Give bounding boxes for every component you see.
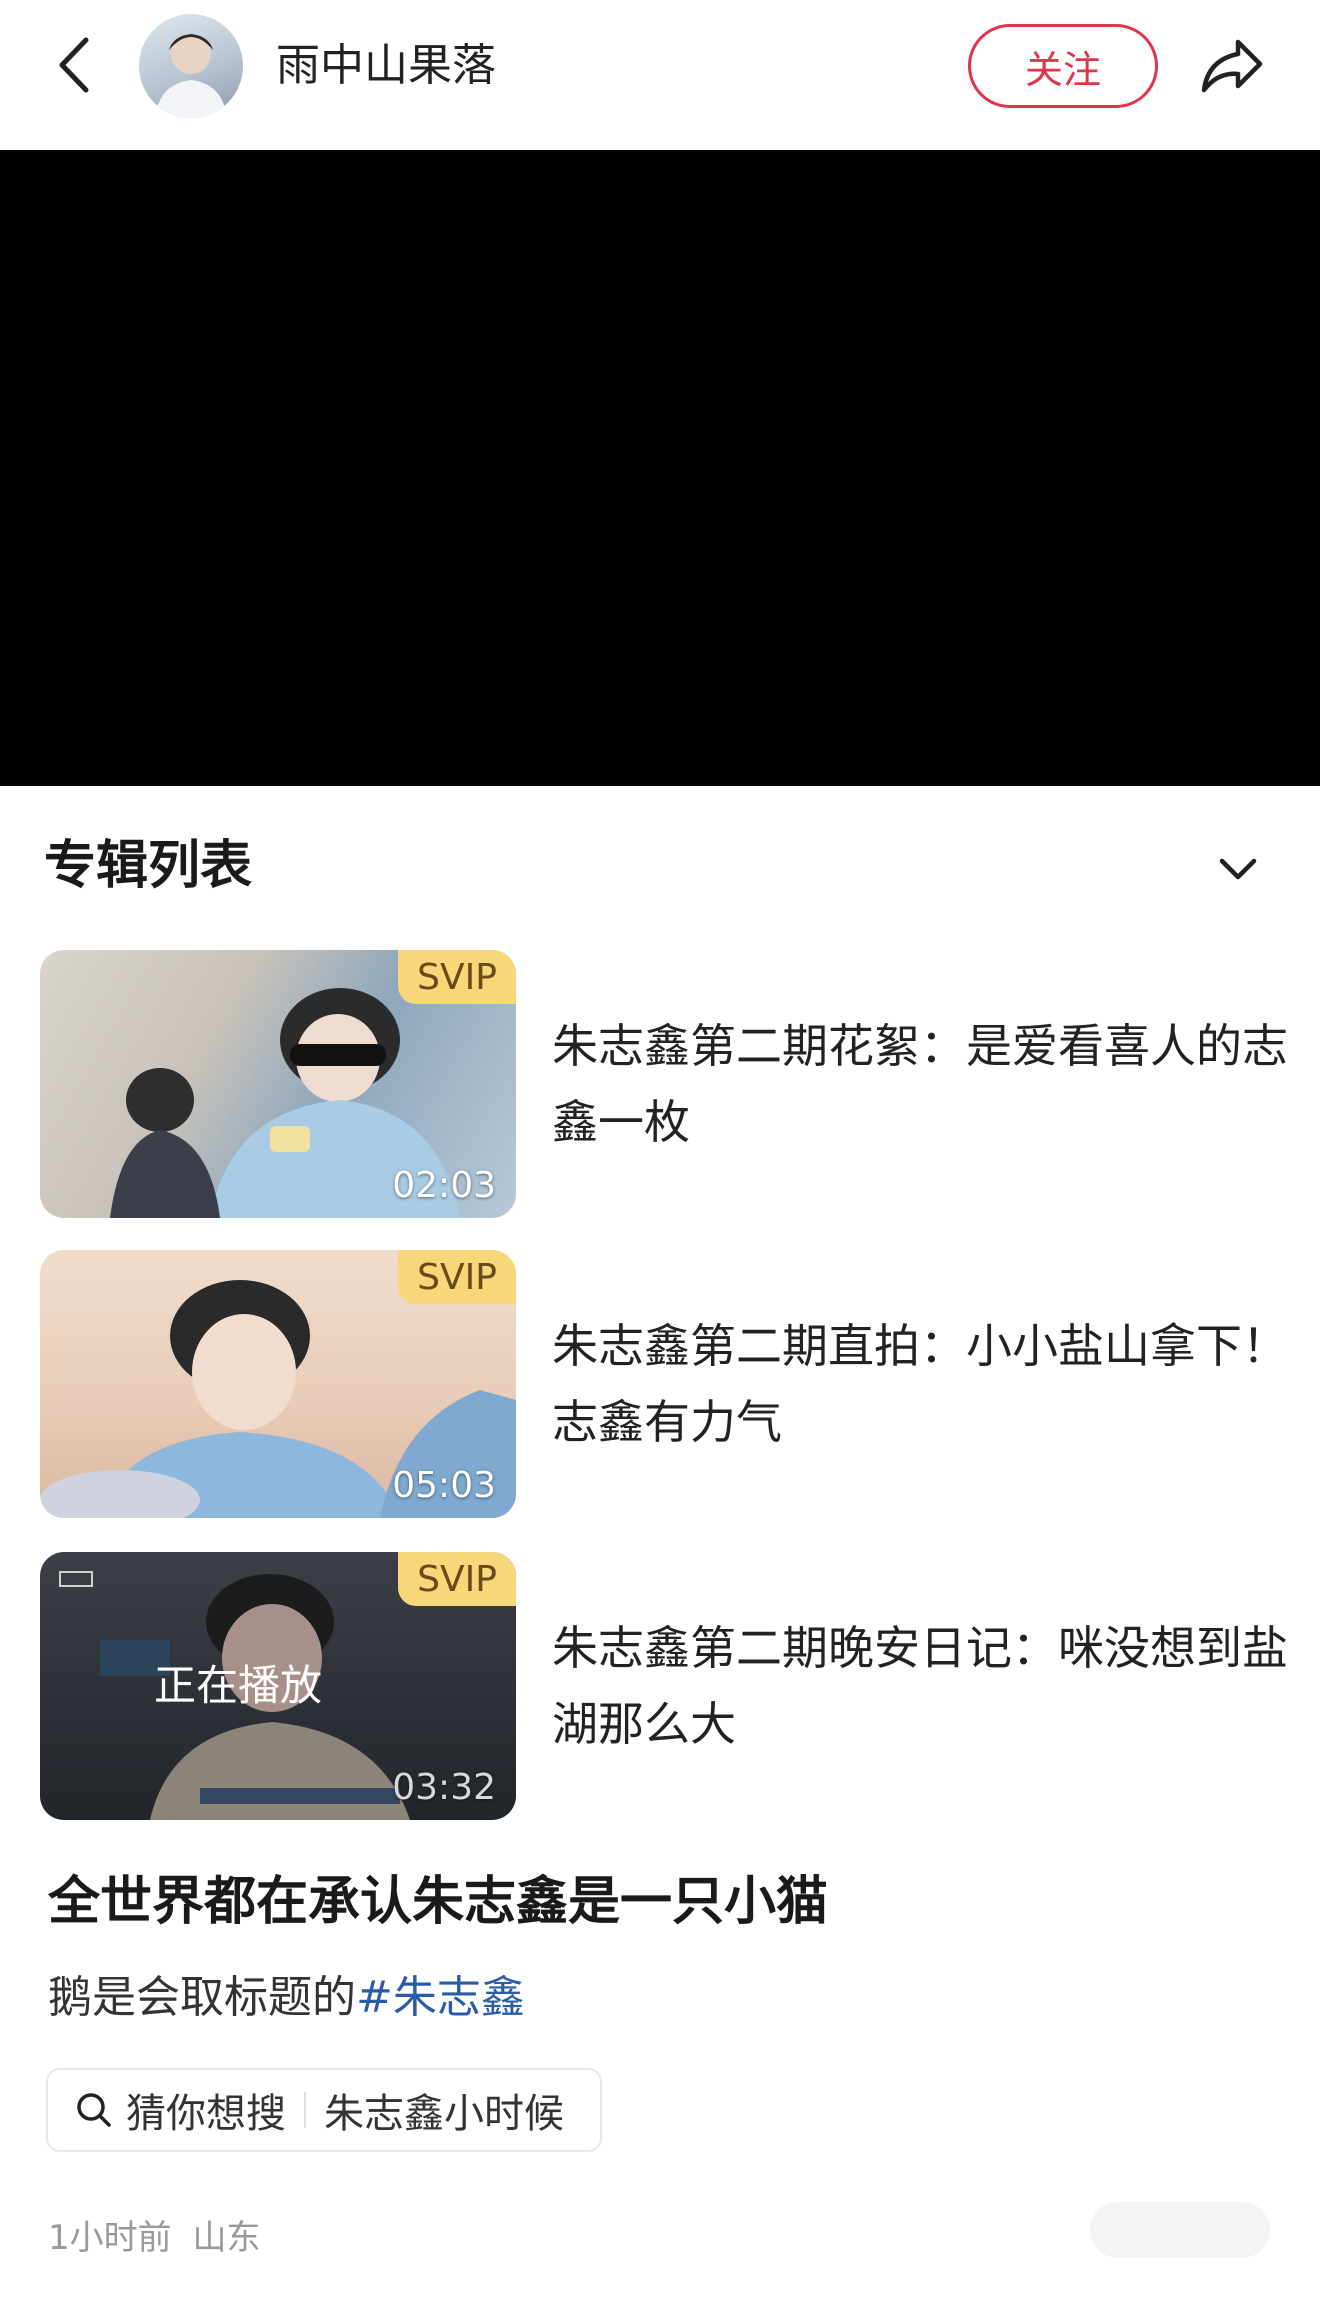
episode-title[interactable]: 朱志鑫第二期花絮：是爱看喜人的志鑫一枚: [552, 1008, 1312, 1160]
episode-thumbnail[interactable]: SVIP 02:03: [40, 950, 516, 1218]
search-suggestion-label: 猜你想搜: [126, 2091, 286, 2137]
episode-duration: 02:03: [392, 1165, 496, 1206]
post-description: 鹅是会取标题的#朱志鑫: [48, 1970, 525, 2026]
album-episode-item[interactable]: SVIP 02:03 朱志鑫第二期花絮：是爱看喜人的志鑫一枚: [40, 950, 1300, 1218]
album-list-title: 专辑列表: [44, 836, 253, 896]
svip-badge: SVIP: [398, 1250, 516, 1304]
divider: [304, 2092, 306, 2128]
episode-thumbnail[interactable]: SVIP 05:03: [40, 1250, 516, 1518]
author-name[interactable]: 雨中山果落: [276, 40, 496, 92]
back-icon: [59, 37, 89, 93]
author-avatar[interactable]: [139, 14, 243, 118]
post-description-text: 鹅是会取标题的: [48, 1972, 356, 2023]
top-bar: 雨中山果落 关注: [0, 0, 1320, 150]
back-button[interactable]: [44, 32, 104, 98]
album-expand-toggle[interactable]: [1210, 842, 1266, 898]
search-icon: [74, 2090, 114, 2130]
post-time: 1小时前: [48, 2218, 172, 2258]
comment-input-pill[interactable]: [1090, 2202, 1270, 2258]
episode-title[interactable]: 朱志鑫第二期直拍：小小盐山拿下！志鑫有力气: [552, 1308, 1312, 1460]
album-episode-item[interactable]: SVIP 05:03 朱志鑫第二期直拍：小小盐山拿下！志鑫有力气: [40, 1250, 1300, 1518]
svip-badge: SVIP: [398, 950, 516, 1004]
album-list-header: 专辑列表: [0, 786, 1320, 936]
episode-duration: 05:03: [392, 1465, 496, 1506]
episode-title[interactable]: 朱志鑫第二期晚安日记：咪没想到盐湖那么大: [552, 1610, 1312, 1762]
chevron-down-icon: [1219, 858, 1257, 880]
search-suggestion-chip[interactable]: 猜你想搜 朱志鑫小时候: [46, 2068, 602, 2152]
search-suggestion-term[interactable]: 朱志鑫小时候: [324, 2081, 564, 2139]
album-episode-item[interactable]: SVIP 正在播放 03:32 朱志鑫第二期晚安日记：咪没想到盐湖那么大: [40, 1552, 1300, 1820]
now-playing-label: 正在播放: [153, 1661, 322, 1710]
post-title: 全世界都在承认朱志鑫是一只小猫: [48, 1872, 829, 1932]
episode-thumbnail[interactable]: SVIP 正在播放 03:32: [40, 1552, 516, 1820]
video-player[interactable]: [0, 150, 1320, 786]
post-location: 山东: [192, 2218, 261, 2258]
hashtag-link[interactable]: #朱志鑫: [356, 1972, 525, 2023]
follow-button[interactable]: 关注: [968, 24, 1158, 108]
post-meta: 1小时前 山东: [48, 2210, 270, 2259]
share-button[interactable]: [1192, 28, 1272, 104]
episode-duration: 03:32: [392, 1767, 496, 1808]
share-icon: [1201, 39, 1263, 93]
svip-badge: SVIP: [398, 1552, 516, 1606]
